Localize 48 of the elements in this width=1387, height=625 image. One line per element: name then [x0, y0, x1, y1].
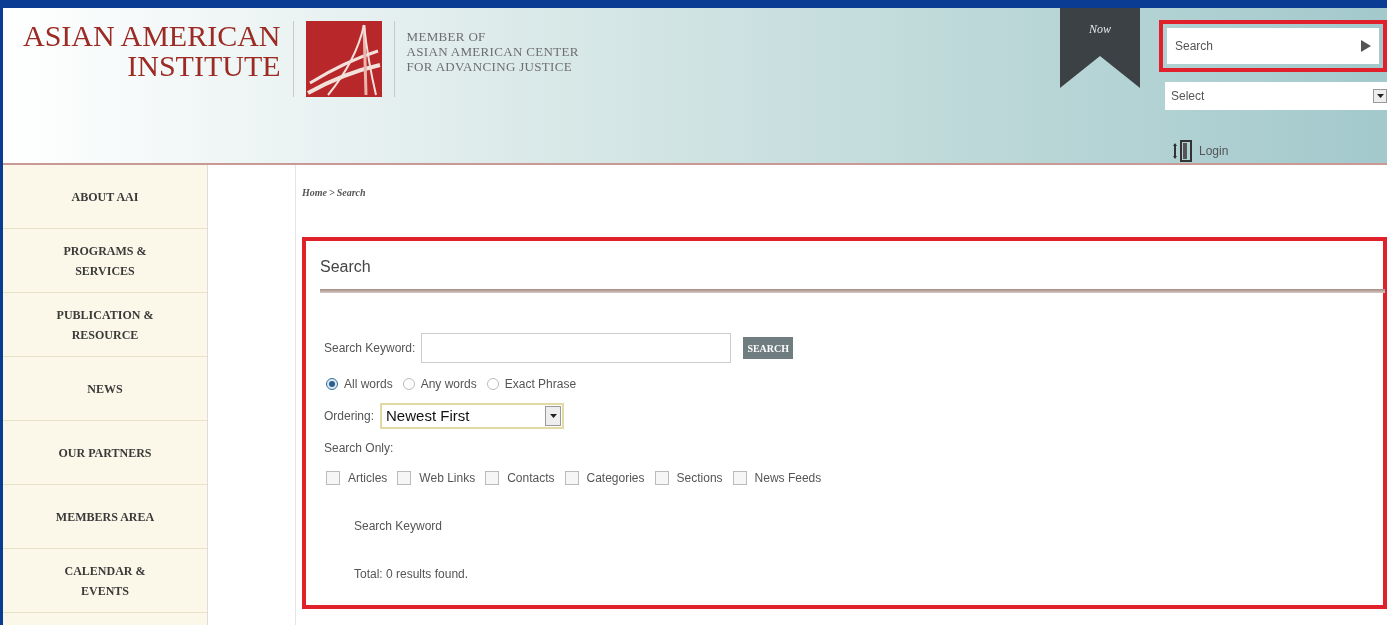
radio-label: All words [344, 376, 393, 393]
checkbox[interactable] [564, 471, 579, 485]
results-total: Total: 0 results found. [353, 566, 470, 583]
checkbox[interactable] [326, 471, 340, 485]
radio-button[interactable] [326, 378, 338, 390]
header-search-field[interactable]: Search [1167, 28, 1379, 64]
checkbox-label: Articles [348, 470, 388, 487]
checkbox-label: News Feeds [754, 470, 822, 487]
radio-button[interactable] [486, 378, 499, 390]
checkbox-label: Web Links [419, 470, 476, 487]
breadcrumb-link[interactable]: Search [336, 187, 366, 198]
checkbox-label: Contacts [507, 470, 555, 487]
keyword-field[interactable] [421, 333, 732, 363]
logo-mark-icon [305, 21, 382, 97]
dropdown-icon [545, 406, 562, 426]
play-icon[interactable] [1361, 40, 1371, 52]
ordering-label: Ordering: [324, 408, 375, 425]
radio-button[interactable] [402, 378, 415, 390]
results-heading: Search Keyword [353, 518, 444, 535]
login-link[interactable]: Login [1199, 142, 1229, 160]
donate-ribbon[interactable]: Now [1060, 8, 1140, 88]
site-logo-text[interactable]: ASIAN AMERICAN INSTITUTE [23, 21, 281, 81]
sidebar-item[interactable]: OUR PARTNERS [3, 421, 207, 485]
keyword-label: Search Keyword: [324, 340, 416, 357]
ordering-select[interactable]: Newest First [380, 403, 565, 429]
sidebar-item[interactable]: ABOUT AAI [3, 165, 207, 229]
door-icon [1173, 140, 1193, 162]
search-only-label: Search Only: [323, 440, 395, 457]
breadcrumb-separator: > [328, 187, 336, 198]
sidebar-item[interactable]: PUBLICATION & RESOURCE [3, 293, 207, 357]
member-text: MEMBER OF ASIAN AMERICAN CENTER FOR ADVANCING JUSTICE [406, 28, 579, 74]
radio-label: Any words [420, 376, 477, 393]
checkbox[interactable] [397, 471, 412, 485]
sidebar-item[interactable]: PROGRAMS & SERVICES [3, 229, 207, 293]
checkbox-label: Categories [586, 470, 645, 487]
radio-label: Exact Phrase [504, 376, 577, 393]
search-button[interactable]: SEARCH [743, 337, 794, 359]
checkbox[interactable] [732, 471, 747, 485]
panel-title: Search [320, 257, 372, 277]
sidebar-item[interactable]: NEWS [3, 357, 207, 421]
dropdown-icon [1373, 89, 1387, 103]
checkbox[interactable] [654, 471, 669, 485]
breadcrumb-link[interactable]: Home [302, 187, 327, 198]
language-select[interactable]: Select [1165, 82, 1387, 110]
checkbox-label: Sections [676, 470, 723, 487]
sidebar-item[interactable]: CALENDAR & EVENTS [3, 549, 207, 613]
checkbox[interactable] [485, 471, 500, 485]
sidebar-item[interactable]: MEMBERS AREA [3, 485, 207, 549]
